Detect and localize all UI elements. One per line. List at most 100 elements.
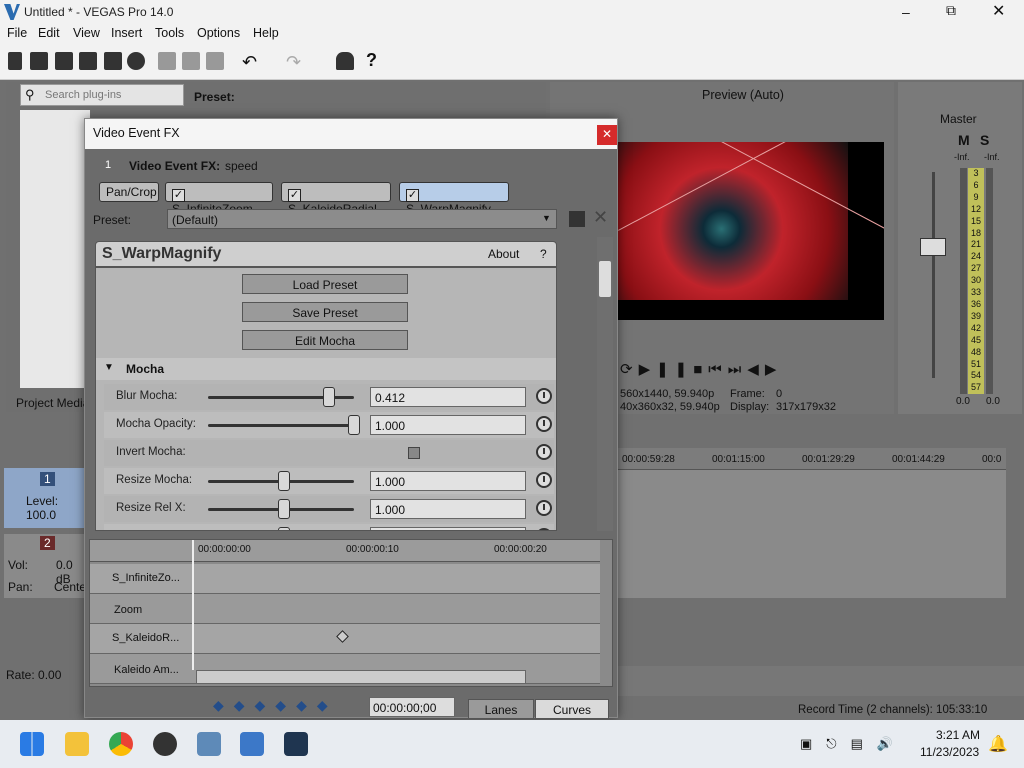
about-button[interactable]: About: [488, 247, 519, 261]
explore-icon[interactable]: [336, 52, 354, 70]
tray-icons[interactable]: ▣⎋▤🔊: [800, 736, 907, 752]
undo-icon[interactable]: ↶: [242, 52, 257, 73]
file-explorer-icon[interactable]: [65, 732, 89, 756]
mocha-section[interactable]: ▼ Mocha: [96, 358, 556, 380]
properties-icon[interactable]: [127, 52, 145, 70]
animate-icon[interactable]: [536, 444, 552, 460]
save-icon[interactable]: [55, 52, 73, 70]
preset-label: Preset:: [194, 90, 235, 104]
preview-frame-value: 0: [776, 388, 783, 400]
track-2-pan-label: Pan:: [8, 580, 33, 594]
preview-mode[interactable]: Preview (Auto): [702, 88, 784, 102]
master-bus: Master M S -Inf. -Inf. 3 6 9 12 15 18 21 24 27 30…: [898, 82, 1022, 414]
menu-view[interactable]: View: [73, 26, 100, 40]
param-value-field[interactable]: 0.412: [370, 387, 526, 407]
clock-date: 11/23/2023: [920, 745, 980, 759]
menu-tools[interactable]: Tools: [155, 26, 184, 40]
close-button[interactable]: ✕: [992, 1, 1005, 21]
keyframe-nav-buttons[interactable]: ◆◆◆◆◆◆: [213, 697, 338, 714]
render-icon[interactable]: [104, 52, 122, 70]
master-mute[interactable]: M: [958, 132, 970, 148]
project-media-tab[interactable]: Project Media: [16, 396, 89, 410]
chip-kaleido-radial[interactable]: ✓S_KaleidoRadial: [281, 182, 391, 216]
save-as-icon[interactable]: [79, 52, 97, 70]
whats-this-icon[interactable]: ?: [366, 50, 377, 71]
save-preset-icon[interactable]: [569, 211, 585, 227]
check-icon[interactable]: ✓: [406, 189, 419, 202]
search-icon: ⚲: [25, 87, 35, 102]
minimize-button[interactable]: –: [902, 4, 910, 20]
curves-button[interactable]: Curves: [535, 699, 609, 719]
param-value-field[interactable]: 1.000: [370, 415, 526, 435]
plugin-search[interactable]: ⚲ Search plug-ins: [20, 84, 184, 106]
delete-preset-icon[interactable]: ✕: [593, 207, 608, 228]
track-2-header[interactable]: 2 Vol: 0.0 dB Pan: Center: [4, 534, 90, 598]
start-icon[interactable]: [20, 732, 44, 756]
lanes-button[interactable]: Lanes: [468, 699, 534, 719]
animate-icon[interactable]: [536, 528, 552, 530]
invert-mocha-checkbox[interactable]: [408, 447, 420, 459]
photos-icon[interactable]: [197, 732, 221, 756]
clock-app-icon[interactable]: [153, 732, 177, 756]
tl-row[interactable]: Zoom: [90, 594, 600, 624]
chrome-icon[interactable]: [109, 732, 133, 756]
plugin-scrollbar[interactable]: [597, 237, 613, 531]
slider-thumb[interactable]: [278, 471, 290, 491]
save-preset-button[interactable]: Save Preset: [242, 302, 408, 322]
fx-close-button[interactable]: ✕: [597, 125, 617, 145]
chip-pan-crop[interactable]: Pan/Crop: [99, 182, 159, 202]
new-icon[interactable]: [8, 52, 22, 70]
track-1-header[interactable]: 1 Level: 100.0: [4, 468, 86, 528]
tl-row[interactable]: S_InfiniteZo...: [90, 564, 600, 594]
tl-scrollbar[interactable]: [196, 670, 526, 684]
animate-icon[interactable]: [536, 388, 552, 404]
animate-icon[interactable]: [536, 500, 552, 516]
track-2-vol-label: Vol:: [8, 558, 29, 572]
tl-row-label: S_KaleidoR...: [112, 632, 180, 644]
param-value-field[interactable]: 1.000: [370, 471, 526, 491]
clock-time: 3:21 AM: [936, 728, 981, 742]
check-icon[interactable]: ✓: [288, 189, 301, 202]
preview-display-label: Display:: [730, 401, 770, 413]
menu-file[interactable]: File: [7, 26, 27, 40]
help-button[interactable]: ?: [540, 247, 547, 261]
notepad-icon[interactable]: [240, 732, 264, 756]
cut-icon[interactable]: [158, 52, 176, 70]
animate-icon[interactable]: [536, 416, 552, 432]
animate-icon[interactable]: [536, 472, 552, 488]
param-value-field[interactable]: 1.000: [370, 527, 526, 530]
chip-infinite-zoom[interactable]: ✓S_InfiniteZoom: [165, 182, 273, 216]
slider-thumb[interactable]: [278, 527, 290, 530]
meter-tick-label: 18: [970, 227, 981, 238]
edit-mocha-button[interactable]: Edit Mocha: [242, 330, 408, 350]
fx-preset-select[interactable]: (Default) ▼: [167, 209, 557, 229]
preview-transport[interactable]: ⟳▶❚❚■⏮⏭◀▶: [620, 360, 782, 378]
restore-button[interactable]: ⧉: [946, 2, 956, 19]
redo-icon[interactable]: ↷: [286, 52, 301, 73]
plugin-tree[interactable]: [20, 110, 90, 388]
time-field[interactable]: 00:00:00;00: [369, 697, 455, 717]
param-slider[interactable]: [208, 424, 354, 427]
vegas-icon[interactable]: [284, 732, 308, 756]
menu-options[interactable]: Options: [197, 26, 240, 40]
open-icon[interactable]: [30, 52, 48, 70]
slider-thumb[interactable]: [278, 499, 290, 519]
master-peak-right: -Inf.: [984, 152, 1000, 162]
chip-warp-magnify[interactable]: ✓S_WarpMagnify: [399, 182, 509, 216]
menu-help[interactable]: Help: [253, 26, 279, 40]
load-preset-button[interactable]: Load Preset: [242, 274, 408, 294]
master-fader[interactable]: [920, 238, 946, 256]
check-icon[interactable]: ✓: [172, 189, 185, 202]
param-label: Mocha Opacity:: [116, 418, 196, 430]
notification-icon[interactable]: 🔔: [988, 734, 1008, 754]
playhead[interactable]: [192, 540, 194, 670]
menu-edit[interactable]: Edit: [38, 26, 60, 40]
slider-thumb[interactable]: [322, 387, 335, 407]
paste-icon[interactable]: [206, 52, 224, 70]
menu-insert[interactable]: Insert: [111, 26, 142, 40]
master-solo[interactable]: S: [980, 132, 989, 148]
slider-thumb[interactable]: [348, 415, 360, 435]
master-meter-scale: 3 6 9 12 15 18 21 24 27 30 33 36 39 42 45 48 51 54 57: [968, 168, 984, 394]
param-value-field[interactable]: 1.000: [370, 499, 526, 519]
copy-icon[interactable]: [182, 52, 200, 70]
